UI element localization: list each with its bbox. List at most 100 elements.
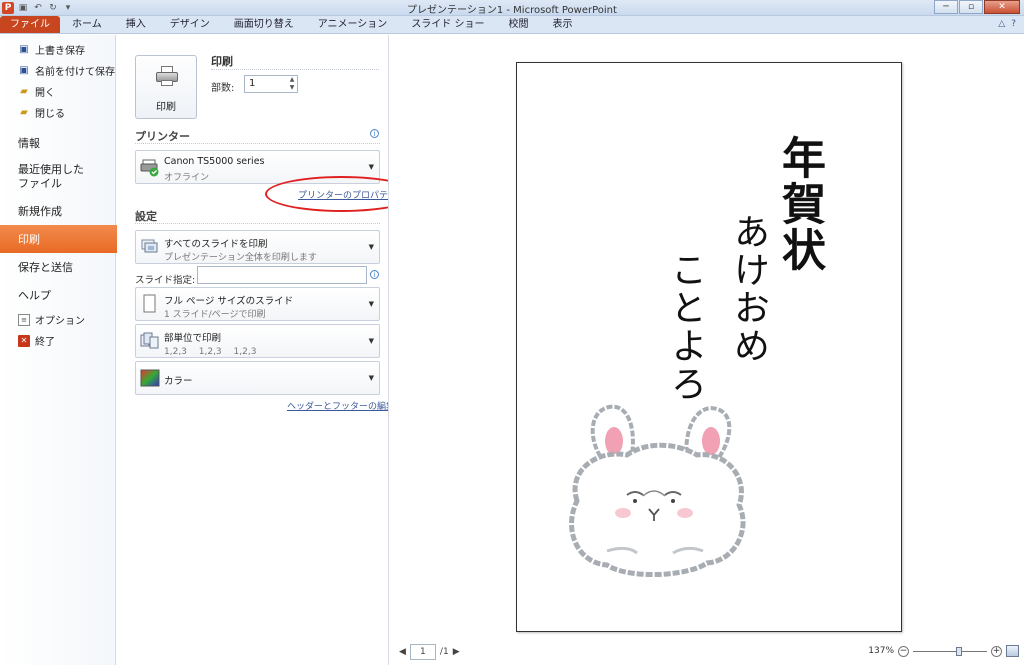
page-navigator: ◀ 1 /1 ▶ [399,644,460,660]
divider [135,143,380,144]
menu-options[interactable]: ≡ オプション [0,309,115,330]
layout-sub: 1 スライド/ページで印刷 [164,310,266,320]
chevron-down-icon: ▼ [368,163,374,171]
layout-dropdown[interactable]: フル ページ サイズのスライド 1 スライド/ページで印刷 ▼ [135,287,380,321]
next-page-icon[interactable]: ▶ [453,647,460,657]
minimize-button[interactable]: ─ [934,0,958,14]
menu-close-label: 閉じる [35,109,65,120]
window-title: プレゼンテーション1 - Microsoft PowerPoint [407,5,617,16]
color-main: カラー [164,376,193,387]
tab-file[interactable]: ファイル [0,16,60,33]
collate-dropdown[interactable]: 部単位で印刷 1,2,3 1,2,3 1,2,3 ▼ [135,324,380,358]
chevron-down-icon: ▼ [368,243,374,251]
collate-sub: 1,2,3 1,2,3 1,2,3 [164,347,257,357]
tab-transitions[interactable]: 画面切り替え [222,16,306,33]
print-button[interactable]: 印刷 [135,55,197,119]
zoom-control: 137% − + [868,645,1019,657]
page-number-input[interactable]: 1 [409,644,436,660]
menu-print[interactable]: 印刷 [0,225,131,253]
chevron-down-icon: ▼ [368,337,374,345]
tab-slideshow[interactable]: スライド ショー [399,16,496,33]
close-button[interactable]: ✕ [984,0,1020,14]
menu-recent-label: 最近使用した ファイル [18,163,84,190]
slide-text-akeome: あけおめ [728,213,769,365]
zoom-to-page-button[interactable] [1006,645,1019,657]
ribbon-tabs: ファイル ホーム 挿入 デザイン 画面切り替え アニメーション スライド ショー… [0,16,1024,34]
previous-page-icon[interactable]: ◀ [399,647,406,657]
menu-close[interactable]: ▰ 閉じる [0,102,115,123]
copies-spinner[interactable]: ▲ ▼ [287,76,297,92]
menu-info[interactable]: 情報 [0,129,115,157]
slide-range-main: すべてのスライドを印刷 [164,239,268,250]
help-icon[interactable]: ? [1011,19,1016,29]
slide-spec-input[interactable] [197,266,367,284]
save-icon: ▣ [19,43,29,55]
title-bar: P ▣ ↶ ↻ ▾ プレゼンテーション1 - Microsoft PowerPo… [0,0,1024,16]
header-footer-link[interactable]: ヘッダーとフッターの編集 [287,399,395,412]
printer-name: Canon TS5000 series [164,156,265,167]
divider [211,69,379,70]
tab-view[interactable]: 表示 [541,16,585,33]
printer-icon [156,66,178,86]
options-icon: ≡ [18,313,30,326]
copies-value: 1 [249,78,256,89]
exit-icon: ✕ [18,334,30,347]
zoom-slider[interactable] [913,646,987,657]
copies-label: 部数: [211,83,235,94]
slide-preview-page: 年賀状 あけおめ ことよろ [516,62,902,632]
tab-home[interactable]: ホーム [60,16,114,33]
menu-save[interactable]: ▣ 上書き保存 [0,39,115,60]
layout-main: フル ページ サイズのスライド [164,296,294,307]
color-icon [140,369,160,387]
settings-section-title: 設定 [135,210,157,223]
chevron-down-icon: ▼ [368,374,374,382]
window-controls: ─ ▫ ✕ [934,0,1020,14]
info-icon[interactable]: i [370,129,379,138]
print-preview: 年賀状 あけおめ ことよろ ◀ 1 /1 ▶ 137% − + [388,35,1024,665]
chevron-down-icon: ▼ [368,300,374,308]
tab-review[interactable]: 校閲 [497,16,541,33]
zoom-out-button[interactable]: − [898,645,909,657]
divider [135,223,380,224]
color-dropdown[interactable]: カラー ▼ [135,361,380,395]
printer-icon [140,159,159,177]
tab-animations[interactable]: アニメーション [306,16,400,33]
slide-spec-label: スライド指定: [135,275,196,286]
copies-input[interactable]: 1 ▲ ▼ [244,75,298,93]
menu-save-as[interactable]: ▣ 名前を付けて保存 [0,60,115,81]
menu-save-as-label: 名前を付けて保存 [35,67,115,78]
zoom-in-button[interactable]: + [991,645,1002,657]
menu-exit[interactable]: ✕ 終了 [0,330,115,351]
collate-main: 部単位で印刷 [164,333,222,344]
info-icon[interactable]: i [370,270,379,279]
slide-range-dropdown[interactable]: すべてのスライドを印刷 プレゼンテーション全体を印刷します ▼ [135,230,380,264]
slide-text-kotoyoro: ことよろ [665,251,706,403]
menu-help[interactable]: ヘルプ [0,281,115,309]
menu-open-label: 開く [35,88,55,99]
save-as-icon: ▣ [19,64,29,76]
collate-icon [140,332,159,349]
ribbon-collapse-icon[interactable]: △ [998,19,1005,29]
menu-options-label: オプション [35,316,85,327]
zoom-percent[interactable]: 137% [868,646,894,656]
menu-exit-label: 終了 [35,337,55,348]
printer-status: オフライン [164,173,210,183]
slide-text-nengajo: 年賀状 [774,135,825,273]
tab-design[interactable]: デザイン [158,16,222,33]
maximize-button[interactable]: ▫ [959,0,983,14]
menu-new[interactable]: 新規作成 [0,197,115,225]
print-options-pane: 印刷 印刷 部数: 1 ▲ ▼ プリンター i Canon TS5000 seri… [117,35,418,665]
menu-open[interactable]: ▰ 開く [0,81,115,102]
slide-range-sub: プレゼンテーション全体を印刷します [164,253,317,263]
menu-save-label: 上書き保存 [35,46,85,57]
menu-save-send[interactable]: 保存と送信 [0,253,115,281]
page-total: /1 [439,647,449,657]
preview-status-bar: ◀ 1 /1 ▶ 137% − + [389,637,1024,665]
rabbit-illustration [569,404,746,578]
printer-section-title: プリンター [135,130,190,143]
zoom-slider-thumb[interactable] [956,646,962,656]
tab-insert[interactable]: 挿入 [114,16,158,33]
open-folder-icon: ▰ [20,85,28,97]
menu-recent[interactable]: 最近使用した ファイル [0,157,115,197]
print-button-label: 印刷 [156,102,176,113]
